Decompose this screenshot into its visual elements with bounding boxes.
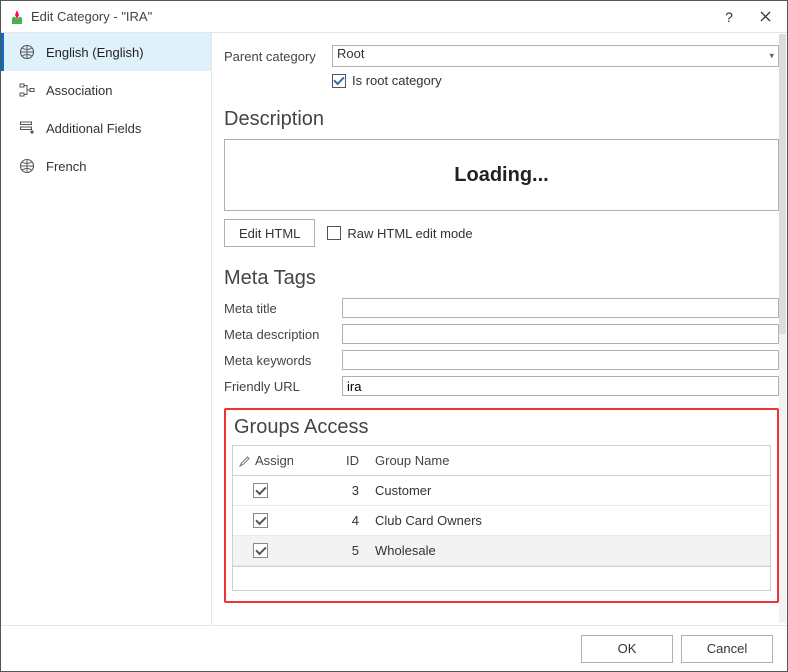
- meta-title-row: Meta title: [224, 298, 779, 318]
- meta-heading: Meta Tags: [224, 267, 779, 290]
- groups-table-header: Assign ID Group Name: [233, 446, 770, 476]
- meta-keywords-label: Meta keywords: [224, 353, 342, 368]
- scrollbar[interactable]: [779, 34, 786, 623]
- friendly-url-input[interactable]: [342, 376, 779, 396]
- scrollbar-thumb[interactable]: [779, 34, 786, 334]
- assign-checkbox[interactable]: [253, 483, 268, 498]
- friendly-url-row: Friendly URL: [224, 376, 779, 396]
- friendly-url-label: Friendly URL: [224, 379, 342, 394]
- description-editor[interactable]: Loading...: [224, 139, 779, 211]
- globe-icon: [18, 43, 36, 61]
- cell-name: Club Card Owners: [371, 513, 770, 528]
- globe-icon: [18, 157, 36, 175]
- assign-checkbox[interactable]: [253, 513, 268, 528]
- sidebar-item-french[interactable]: French: [1, 147, 211, 185]
- close-icon: [760, 11, 771, 22]
- fields-icon: [18, 119, 36, 137]
- close-button[interactable]: [747, 3, 783, 31]
- pencil-icon: [239, 455, 251, 467]
- content-inner: Parent category Root ▾ Is root category …: [212, 33, 787, 625]
- cell-id: 3: [301, 483, 371, 498]
- cell-id: 5: [301, 543, 371, 558]
- titlebar: Edit Category - "IRA" ?: [1, 1, 787, 33]
- window-title: Edit Category - "IRA": [31, 9, 711, 24]
- sidebar-item-label: French: [46, 159, 86, 174]
- col-header-assign[interactable]: Assign: [233, 453, 301, 468]
- is-root-label: Is root category: [352, 73, 442, 88]
- meta-description-label: Meta description: [224, 327, 342, 342]
- chevron-down-icon: ▾: [769, 51, 774, 62]
- is-root-checkbox[interactable]: [332, 74, 346, 88]
- cell-name: Customer: [371, 483, 770, 498]
- col-header-name[interactable]: Group Name: [371, 453, 770, 468]
- table-row[interactable]: 4 Club Card Owners: [233, 506, 770, 536]
- description-actions: Edit HTML Raw HTML edit mode: [224, 219, 779, 247]
- table-row[interactable]: 5 Wholesale: [233, 536, 770, 566]
- table-row[interactable]: 3 Customer: [233, 476, 770, 506]
- raw-html-checkbox[interactable]: [327, 226, 341, 240]
- sidebar-item-label: Additional Fields: [46, 121, 141, 136]
- groups-table: Assign ID Group Name 3 Customer: [232, 445, 771, 591]
- is-root-row: Is root category: [332, 73, 779, 88]
- sidebar-item-label: English (English): [46, 45, 144, 60]
- meta-keywords-row: Meta keywords: [224, 350, 779, 370]
- groups-access-panel: Groups Access Assign ID Group Name: [224, 408, 779, 603]
- loading-text: Loading...: [454, 164, 548, 187]
- association-icon: [18, 81, 36, 99]
- cancel-button[interactable]: Cancel: [681, 635, 773, 663]
- groups-table-footer: [233, 566, 770, 590]
- groups-heading: Groups Access: [234, 416, 771, 439]
- cell-id: 4: [301, 513, 371, 528]
- sidebar: English (English) Association Additional…: [1, 33, 212, 625]
- app-icon: [9, 9, 25, 25]
- sidebar-item-additional-fields[interactable]: Additional Fields: [1, 109, 211, 147]
- meta-keywords-input[interactable]: [342, 350, 779, 370]
- parent-category-select[interactable]: Root ▾: [332, 45, 779, 67]
- col-header-id[interactable]: ID: [301, 453, 371, 468]
- description-heading: Description: [224, 108, 779, 131]
- parent-category-label: Parent category: [224, 49, 332, 64]
- sidebar-item-english[interactable]: English (English): [1, 33, 211, 71]
- raw-html-label: Raw HTML edit mode: [347, 226, 472, 241]
- dialog-body: English (English) Association Additional…: [1, 33, 787, 625]
- meta-description-input[interactable]: [342, 324, 779, 344]
- meta-title-input[interactable]: [342, 298, 779, 318]
- meta-description-row: Meta description: [224, 324, 779, 344]
- dialog-window: Edit Category - "IRA" ? English (English…: [0, 0, 788, 672]
- assign-checkbox[interactable]: [253, 543, 268, 558]
- parent-category-value: Root: [337, 46, 364, 61]
- sidebar-item-association[interactable]: Association: [1, 71, 211, 109]
- content: Parent category Root ▾ Is root category …: [212, 33, 787, 625]
- sidebar-item-label: Association: [46, 83, 112, 98]
- parent-category-row: Parent category Root ▾: [224, 45, 779, 67]
- cell-name: Wholesale: [371, 543, 770, 558]
- meta-title-label: Meta title: [224, 301, 342, 316]
- edit-html-button[interactable]: Edit HTML: [224, 219, 315, 247]
- help-button[interactable]: ?: [711, 3, 747, 31]
- ok-button[interactable]: OK: [581, 635, 673, 663]
- dialog-footer: OK Cancel: [1, 625, 787, 671]
